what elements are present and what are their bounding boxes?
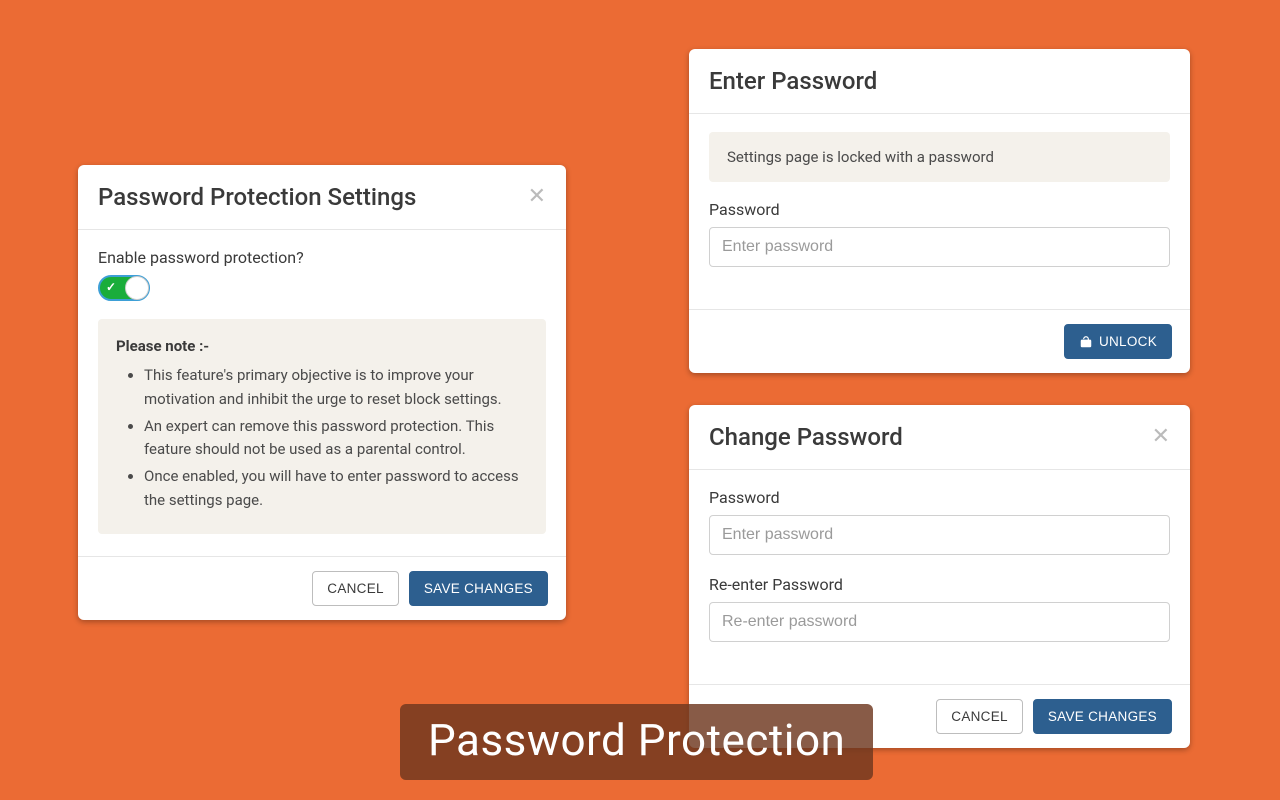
reenter-field-group: Re-enter Password — [709, 575, 1170, 648]
unlock-button[interactable]: UNLOCK — [1064, 324, 1172, 359]
enter-card-title: Enter Password — [709, 67, 877, 95]
reenter-password-input[interactable] — [709, 602, 1170, 642]
enter-card-footer: UNLOCK — [689, 309, 1190, 373]
toggle-knob — [125, 276, 149, 300]
password-label: Password — [709, 488, 1170, 507]
settings-card-title: Password Protection Settings — [98, 183, 416, 211]
enter-card-header: Enter Password — [689, 49, 1190, 114]
page-banner: Password Protection — [400, 704, 873, 780]
reenter-password-label: Re-enter Password — [709, 575, 1170, 594]
password-field-group: Password — [709, 488, 1170, 561]
password-label: Password — [709, 200, 1170, 219]
enable-password-toggle[interactable]: ✓ — [98, 275, 150, 301]
settings-card-body: Enable password protection? ✓ Please not… — [78, 230, 566, 556]
settings-card-footer: CANCEL SAVE CHANGES — [78, 556, 566, 620]
save-changes-button[interactable]: SAVE CHANGES — [1033, 699, 1172, 734]
check-icon: ✓ — [106, 280, 116, 294]
enter-password-card: Enter Password Settings page is locked w… — [689, 49, 1190, 373]
password-input[interactable] — [709, 227, 1170, 267]
password-field-group: Password — [709, 200, 1170, 273]
close-icon[interactable]: ✕ — [528, 186, 546, 208]
unlock-icon — [1079, 335, 1093, 349]
locked-info-text: Settings page is locked with a password — [709, 132, 1170, 182]
enter-card-body: Settings page is locked with a password … — [689, 114, 1190, 309]
new-password-input[interactable] — [709, 515, 1170, 555]
password-protection-settings-card: Password Protection Settings ✕ Enable pa… — [78, 165, 566, 620]
note-heading: Please note :- — [116, 337, 209, 355]
unlock-button-label: UNLOCK — [1099, 334, 1157, 349]
note-box: Please note :- This feature's primary ob… — [98, 319, 546, 534]
close-icon[interactable]: ✕ — [1152, 426, 1170, 448]
change-card-header: Change Password ✕ — [689, 405, 1190, 470]
change-card-title: Change Password — [709, 423, 903, 451]
change-card-body: Password Re-enter Password — [689, 470, 1190, 684]
note-item: Once enabled, you will have to enter pas… — [144, 465, 528, 512]
note-item: An expert can remove this password prote… — [144, 415, 528, 462]
save-changes-button[interactable]: SAVE CHANGES — [409, 571, 548, 606]
cancel-button[interactable]: CANCEL — [312, 571, 399, 606]
enable-toggle-label: Enable password protection? — [98, 248, 546, 267]
cancel-button[interactable]: CANCEL — [936, 699, 1023, 734]
note-item: This feature's primary objective is to i… — [144, 364, 528, 411]
settings-card-header: Password Protection Settings ✕ — [78, 165, 566, 230]
note-list: This feature's primary objective is to i… — [116, 364, 528, 512]
change-password-card: Change Password ✕ Password Re-enter Pass… — [689, 405, 1190, 748]
